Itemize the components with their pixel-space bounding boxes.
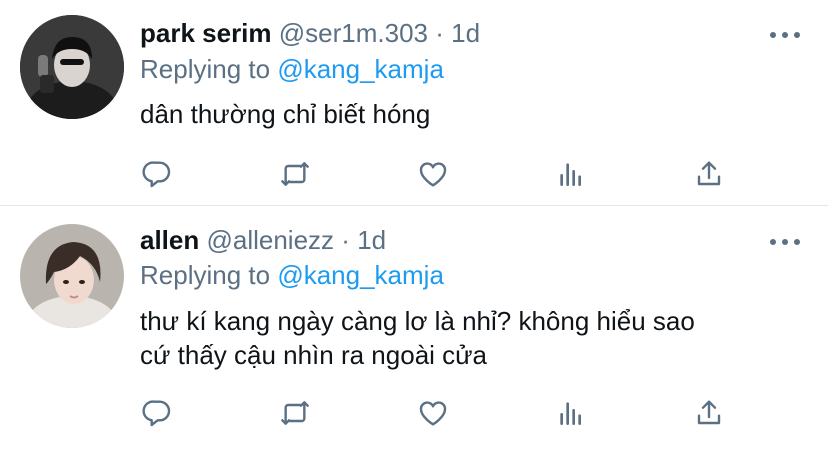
display-name[interactable]: allen xyxy=(140,225,199,255)
user-handle[interactable]: @alleniezz xyxy=(206,225,334,255)
tweet-text-line: thư kí kang ngày càng lơ là nhỉ? không h… xyxy=(140,306,695,336)
tweet[interactable]: allen @alleniezz · 1d Replying to @kang_… xyxy=(0,206,828,450)
share-button[interactable] xyxy=(692,157,726,191)
mention-link[interactable]: @kang_kamja xyxy=(277,54,444,84)
replying-prefix: Replying to xyxy=(140,260,271,290)
timestamp[interactable]: 1d xyxy=(451,18,480,48)
analytics-icon xyxy=(560,163,581,186)
replying-to: Replying to @kang_kamja xyxy=(140,259,444,291)
like-button[interactable] xyxy=(416,396,450,430)
more-icon[interactable] xyxy=(770,237,800,247)
tweet-actions xyxy=(0,396,828,430)
timestamp[interactable]: 1d xyxy=(357,225,386,255)
share-button[interactable] xyxy=(692,396,726,430)
like-icon xyxy=(419,401,447,426)
reply-thread: park serim @ser1m.303 · 1d Replying to @… xyxy=(0,0,828,450)
replying-prefix: Replying to xyxy=(140,54,271,84)
tweet-actions xyxy=(0,157,828,191)
mention-link[interactable]: @kang_kamja xyxy=(277,260,444,290)
avatar-image xyxy=(20,224,124,328)
retweet-icon xyxy=(281,162,309,186)
reply-button[interactable] xyxy=(140,396,174,430)
retweet-button[interactable] xyxy=(278,396,312,430)
user-handle[interactable]: @ser1m.303 xyxy=(279,18,428,48)
reply-icon xyxy=(142,400,171,427)
like-button[interactable] xyxy=(416,157,450,191)
tweet-header: allen @alleniezz · 1d xyxy=(140,224,386,256)
analytics-icon xyxy=(560,402,581,425)
separator-dot: · xyxy=(435,18,444,48)
tweet-text: thư kí kang ngày càng lơ là nhỉ? không h… xyxy=(140,304,695,372)
analytics-button[interactable] xyxy=(554,157,588,191)
separator-dot: · xyxy=(341,225,350,255)
display-name[interactable]: park serim xyxy=(140,18,272,48)
replying-to: Replying to @kang_kamja xyxy=(140,53,444,85)
tweet-header: park serim @ser1m.303 · 1d xyxy=(140,17,480,49)
tweet-text: dân thường chỉ biết hóng xyxy=(140,97,430,131)
share-icon xyxy=(697,161,721,186)
reply-button[interactable] xyxy=(140,157,174,191)
retweet-button[interactable] xyxy=(278,157,312,191)
reply-icon xyxy=(142,161,171,188)
avatar-image xyxy=(20,15,124,119)
tweet-text-line: dân thường chỉ biết hóng xyxy=(140,99,431,129)
tweet[interactable]: park serim @ser1m.303 · 1d Replying to @… xyxy=(0,0,828,206)
retweet-icon xyxy=(281,401,309,425)
more-icon[interactable] xyxy=(770,30,800,40)
avatar[interactable] xyxy=(20,15,124,119)
analytics-button[interactable] xyxy=(554,396,588,430)
tweet-text-line: cứ thấy cậu nhìn ra ngoài cửa xyxy=(140,340,488,370)
like-icon xyxy=(419,162,447,187)
avatar[interactable] xyxy=(20,224,124,328)
share-icon xyxy=(697,400,721,425)
